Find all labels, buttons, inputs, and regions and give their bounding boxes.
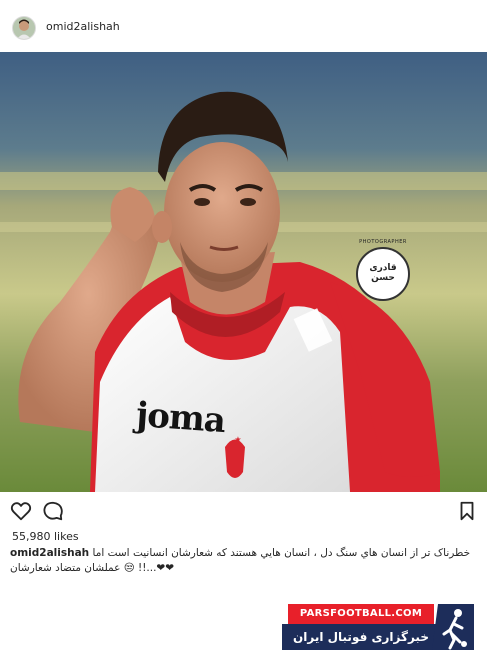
parsfootball-banner: PARSFOOTBALL.COM خبرگزاری فوتبال ایران [282, 604, 477, 654]
post-photo: ★ joma PHOTOGRAPHER قادری حسن [0, 52, 487, 492]
avatar[interactable] [12, 16, 36, 40]
bookmark-icon[interactable] [456, 500, 478, 522]
caption-line-1: خطرناک تر از انسان هاي سنگ دل ، انسان ها… [10, 546, 476, 561]
likes-count[interactable]: 55,980 likes [12, 530, 79, 543]
caption-text-1: خطرناک تر از انسان هاي سنگ دل ، انسان ها… [92, 547, 471, 559]
caption-line-2: ❤❤...!! 😒 عملشان متضاد شعارشان [10, 562, 175, 574]
heart-icon[interactable] [10, 500, 32, 522]
shirt-brand-logo: joma [134, 394, 227, 442]
banner-tagline: خبرگزاری فوتبال ایران [282, 624, 440, 650]
caption-username[interactable]: omid2alishah [10, 547, 89, 559]
svg-text:★: ★ [234, 435, 241, 444]
watermark-label: PHOTOGRAPHER [359, 239, 407, 245]
banner-site-name: PARSFOOTBALL.COM [288, 604, 434, 624]
photographer-watermark: PHOTOGRAPHER قادری حسن [356, 239, 410, 301]
comment-icon[interactable] [42, 500, 64, 522]
post-header: omid2alishah [0, 0, 487, 52]
watermark-text: قادری حسن [369, 263, 397, 283]
post-username[interactable]: omid2alishah [46, 20, 120, 33]
post-caption: خطرناک تر از انسان هاي سنگ دل ، انسان ها… [10, 546, 476, 576]
post-actions [0, 496, 487, 526]
football-player-logo-icon [432, 604, 474, 650]
